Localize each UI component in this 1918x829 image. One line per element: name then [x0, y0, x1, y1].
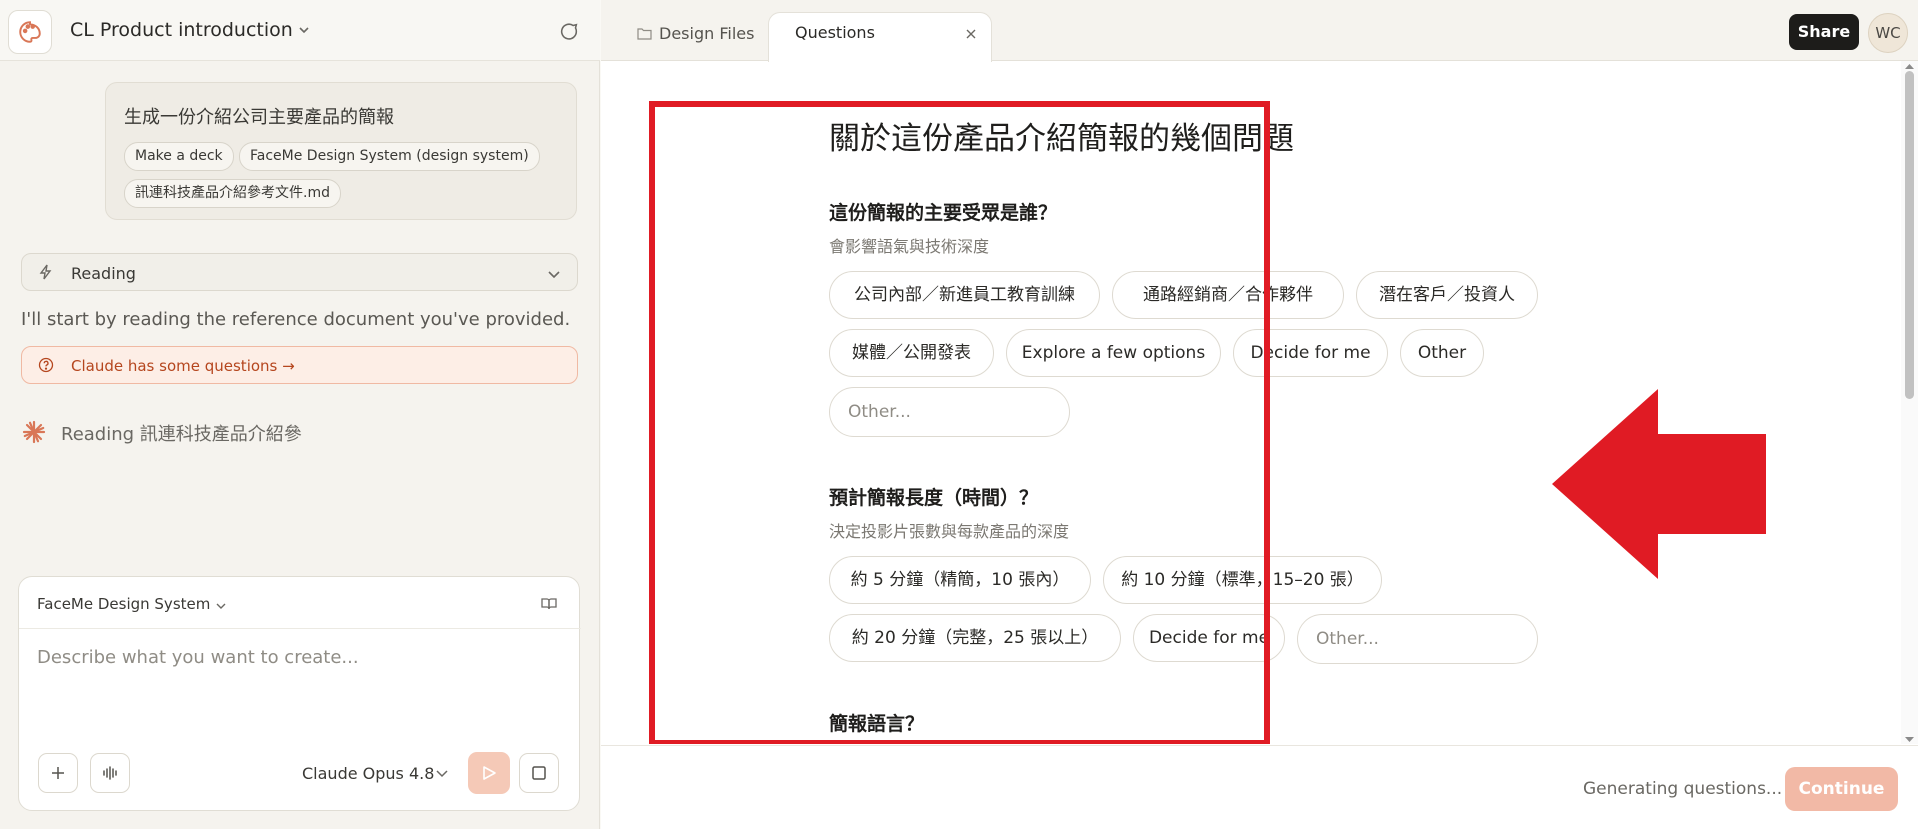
footer-bar: Generating questions... Continue	[601, 745, 1918, 829]
reading-tool-bar[interactable]: Reading	[21, 253, 578, 291]
option-chip[interactable]: Other	[1400, 329, 1484, 377]
attachment-tag[interactable]: FaceMe Design System (design system)	[239, 142, 540, 171]
option-chip[interactable]: 潛在客戶／投資人	[1356, 271, 1538, 319]
chevron-down-icon	[547, 267, 561, 286]
help-circle-icon	[38, 357, 54, 377]
send-icon	[483, 766, 496, 780]
chevron-down-icon[interactable]	[297, 22, 311, 41]
close-icon[interactable]	[965, 25, 977, 44]
plus-icon	[52, 767, 64, 779]
voice-button[interactable]	[90, 753, 130, 793]
chat-sidebar: CL Product introduction 生成一份介紹公司主要產品的簡報 …	[0, 0, 600, 829]
project-title[interactable]: CL Product introduction	[70, 19, 293, 41]
prompt-input[interactable]: Describe what you want to create...	[37, 647, 359, 668]
send-button[interactable]	[468, 752, 510, 794]
stop-icon	[532, 766, 546, 780]
tab-questions[interactable]: Questions	[768, 12, 992, 62]
scrollbar[interactable]	[1901, 61, 1918, 744]
composer-header: FaceMe Design System	[19, 577, 581, 629]
composer: FaceMe Design System Describe what you w…	[18, 576, 581, 811]
sidebar-header: CL Product introduction	[0, 0, 600, 61]
design-system-selector[interactable]: FaceMe Design System	[37, 595, 210, 613]
questions-link[interactable]: Claude has some questions →	[21, 346, 578, 384]
assistant-message: I'll start by reading the reference docu…	[21, 309, 571, 330]
tab-bar: Design Files Questions Share WC	[601, 0, 1918, 62]
reading-status-text: Reading 訊連科技產品介紹參	[61, 424, 302, 445]
tab-label: Questions	[795, 23, 875, 42]
tab-design-files[interactable]: Design Files	[637, 12, 767, 62]
palette-icon[interactable]	[8, 10, 52, 54]
stop-button[interactable]	[519, 753, 559, 793]
main-panel: Design Files Questions Share WC 關於這份產品介紹…	[601, 0, 1918, 829]
chevron-down-icon[interactable]	[215, 597, 227, 616]
claude-spark-icon	[22, 420, 46, 448]
user-message: 生成一份介紹公司主要產品的簡報 Make a deck FaceMe Desig…	[105, 82, 577, 220]
questions-link-label: Claude has some questions →	[71, 357, 295, 375]
other-input[interactable]: Other...	[1297, 614, 1538, 664]
generating-status: Generating questions...	[1583, 779, 1783, 799]
chevron-down-icon[interactable]	[435, 766, 449, 785]
folder-icon	[637, 25, 652, 44]
new-chat-icon[interactable]	[558, 21, 580, 47]
avatar[interactable]: WC	[1868, 13, 1908, 53]
book-icon[interactable]	[540, 595, 558, 617]
user-message-text: 生成一份介紹公司主要產品的簡報	[124, 107, 394, 128]
scroll-thumb[interactable]	[1905, 71, 1914, 399]
bolt-icon	[38, 264, 54, 284]
waveform-icon	[103, 766, 117, 780]
reading-label: Reading	[71, 264, 136, 283]
attachment-tag[interactable]: Make a deck	[124, 142, 234, 171]
tab-label: Design Files	[659, 24, 755, 43]
highlight-box	[649, 101, 1270, 744]
questions-content: 關於這份產品介紹簡報的幾個問題 這份簡報的主要受眾是誰？ 會影響語氣與技術深度 …	[601, 61, 1901, 744]
continue-button[interactable]: Continue	[1785, 767, 1898, 811]
red-arrow-annotation	[1552, 389, 1766, 579]
attachment-tag[interactable]: 訊連科技產品介紹參考文件.md	[124, 179, 341, 208]
share-button[interactable]: Share	[1789, 14, 1859, 50]
model-selector[interactable]: Claude Opus 4.8	[302, 764, 434, 783]
add-button[interactable]	[38, 753, 78, 793]
